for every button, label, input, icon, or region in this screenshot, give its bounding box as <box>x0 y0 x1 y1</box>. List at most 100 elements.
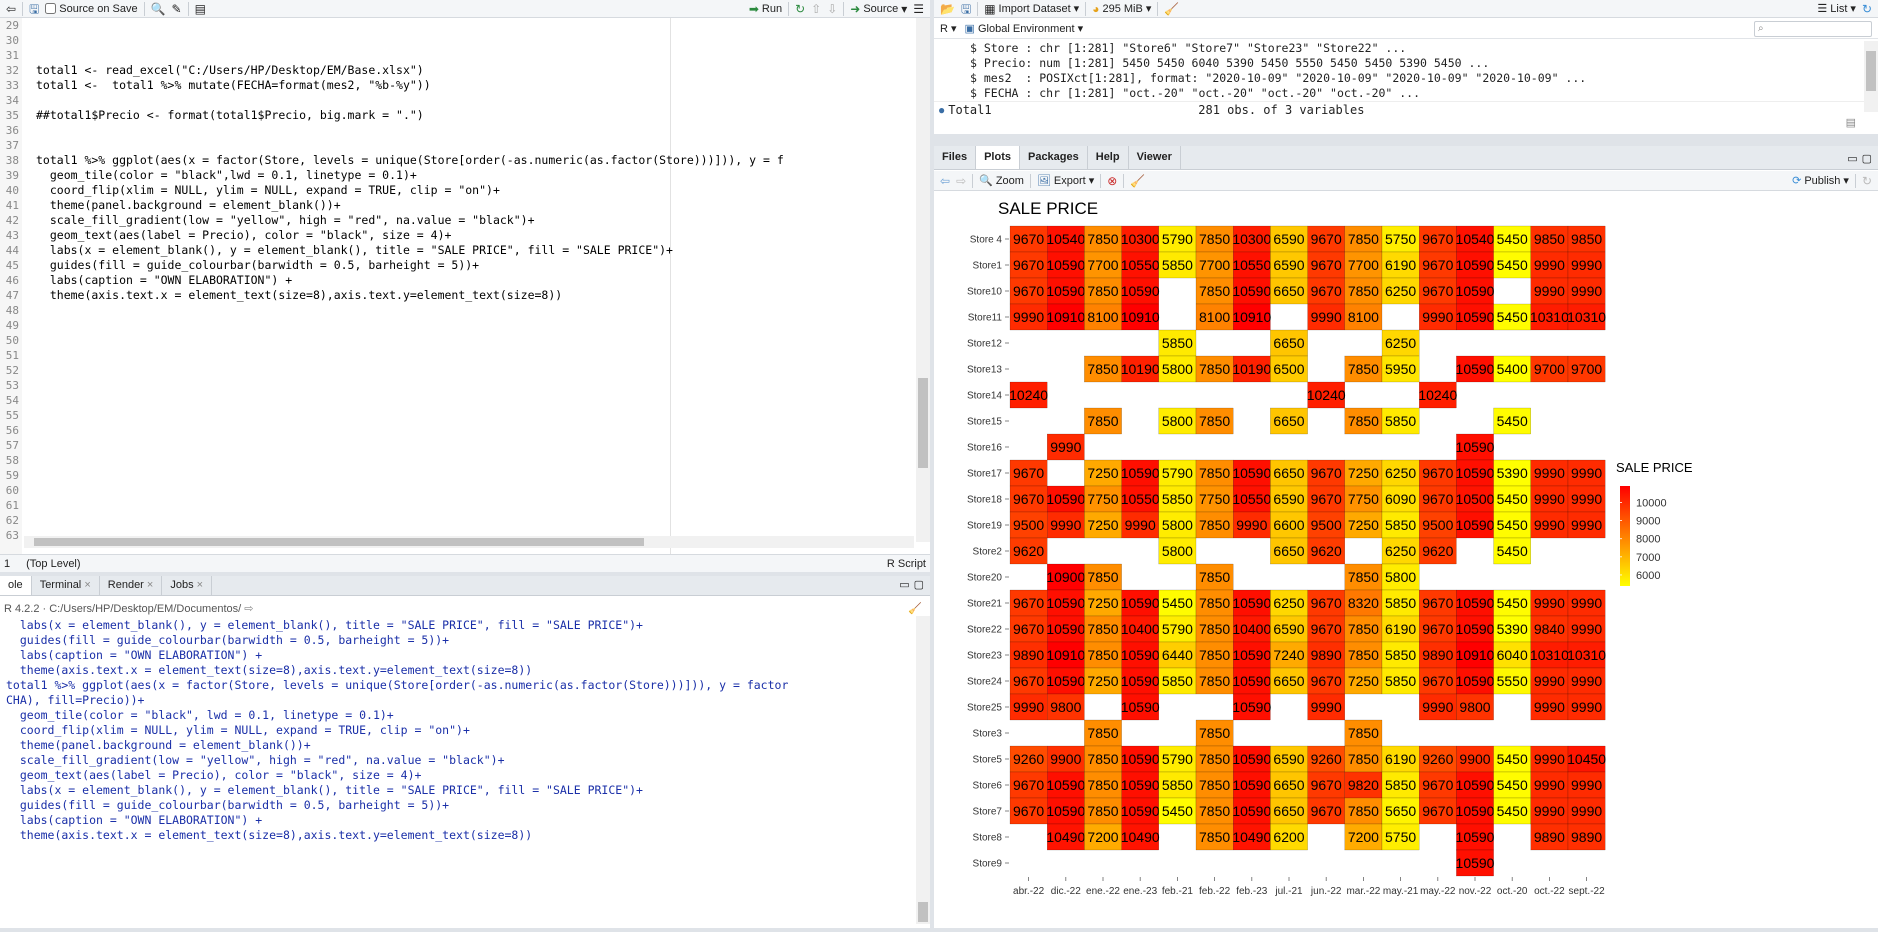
console-scroll-thumb[interactable] <box>918 902 928 922</box>
tile-value-label: 7850 <box>1348 283 1379 299</box>
tile-value-label: 7850 <box>1199 517 1230 533</box>
tile-value-label: 9990 <box>1534 465 1565 481</box>
arrow-right-icon[interactable]: ⇨ <box>956 175 966 187</box>
run-button[interactable]: ➡ Run <box>749 3 782 15</box>
tile-value-label: 5450 <box>1497 491 1528 507</box>
broom-icon[interactable]: 🧹 <box>1164 3 1179 15</box>
line-number: 50 <box>5 334 19 347</box>
memory-usage-button[interactable]: ◕ 295 MiB ▾ <box>1092 1 1151 16</box>
environment-scrollbar[interactable] <box>1864 41 1878 112</box>
console-output[interactable]: labs(x = element_blank(), y = element_bl… <box>6 618 912 843</box>
tab-viewer[interactable]: Viewer <box>1129 146 1181 169</box>
save-icon[interactable]: 🖫 <box>29 3 39 15</box>
tab-render[interactable]: Render × <box>100 576 163 595</box>
publish-button[interactable]: ⟳ Publish ▾ <box>1792 174 1849 188</box>
arrow-left-icon[interactable]: ⇦ <box>940 175 950 187</box>
magic-wand-icon[interactable]: ✎ <box>172 3 182 15</box>
import-dataset-button[interactable]: ▦ Import Dataset ▾ <box>984 2 1079 16</box>
tab-terminal-label: Terminal <box>39 579 82 591</box>
code-area[interactable]: total1 <- read_excel("C:/Users/HP/Deskto… <box>36 18 912 554</box>
line-number: 49 <box>5 319 19 332</box>
open-folder-icon[interactable]: 📂 <box>940 3 955 15</box>
save-workspace-icon[interactable]: 🖫 <box>961 3 971 15</box>
close-icon[interactable]: × <box>197 579 203 591</box>
editor-horizontal-scrollbar[interactable] <box>24 536 914 548</box>
up-icon[interactable]: ⇧ <box>811 3 821 15</box>
language-selector[interactable]: R ▾ <box>940 22 957 35</box>
search-icon[interactable]: 🔍 <box>151 3 166 15</box>
environment-scroll-thumb[interactable] <box>1866 51 1876 91</box>
tile-value-label: 10590 <box>1232 699 1271 715</box>
environment-search-input[interactable] <box>1766 23 1863 34</box>
outline-icon[interactable]: ☰ <box>913 3 924 15</box>
tile-value-label: 7850 <box>1199 673 1230 689</box>
source-on-save-input[interactable] <box>45 3 57 14</box>
tab-plots[interactable]: Plots <box>976 146 1020 169</box>
y-tick-label: Store20 <box>967 573 1002 584</box>
tab-terminal[interactable]: Terminal × <box>32 576 100 595</box>
console-line: theme(panel.background = element_blank()… <box>6 738 311 752</box>
tile-value-label: 7850 <box>1348 751 1379 767</box>
maximize-icon[interactable]: ▢ <box>914 578 924 591</box>
editor-vertical-scrollbar[interactable] <box>916 18 930 542</box>
editor-hscroll-thumb[interactable] <box>34 538 644 546</box>
refresh-icon[interactable]: ↻ <box>1862 3 1872 15</box>
clear-console-icon[interactable]: 🧹 <box>908 602 922 615</box>
close-icon[interactable]: × <box>147 579 153 591</box>
pie-chart-icon: ◕ <box>1092 1 1100 16</box>
line-number: 60 <box>5 484 19 497</box>
maximize-icon[interactable]: ▢ <box>1862 152 1872 165</box>
minimize-icon[interactable]: ▭ <box>899 578 909 591</box>
tile-value-label: 10590 <box>1046 491 1085 507</box>
environment-toolbar: 📂 🖫 ▦ Import Dataset ▾ ◕ 295 MiB ▾ 🧹 ☰ List ▾ … <box>934 0 1878 18</box>
scope-selector[interactable]: (Top Level) <box>26 558 80 570</box>
tile-value-label: 5450 <box>1497 751 1528 767</box>
minimize-icon[interactable]: ▭ <box>1847 152 1857 165</box>
environment-search-box[interactable]: ⌕ <box>1754 20 1872 37</box>
rerun-icon[interactable]: ↻ <box>795 3 805 15</box>
back-icon[interactable]: ⇦ <box>6 3 16 15</box>
tile-value-label: 10590 <box>1456 465 1495 481</box>
tab-console[interactable]: ole <box>0 576 32 595</box>
collapse-icon[interactable]: ● <box>934 102 948 117</box>
tile-value-label: 6650 <box>1273 803 1304 819</box>
tile-value-label: 6250 <box>1385 543 1416 559</box>
compile-report-icon[interactable]: ▤ <box>195 3 206 15</box>
line-number: 51 <box>5 349 19 362</box>
tile-value-label: 9990 <box>1125 517 1156 533</box>
broom-icon[interactable]: 🧹 <box>1130 175 1145 187</box>
tile-value-label: 10590 <box>1456 855 1495 871</box>
tab-jobs[interactable]: Jobs × <box>162 576 213 595</box>
tile-value-label: 7850 <box>1087 361 1118 377</box>
tile-value-label: 10590 <box>1121 647 1160 663</box>
y-tick-label: Store5 <box>973 755 1003 766</box>
env-object-row[interactable]: ● Total1 281 obs. of 3 variables <box>934 101 1864 117</box>
source-on-save-checkbox[interactable]: Source on Save <box>45 3 138 15</box>
line-number: 43 <box>5 229 19 242</box>
export-button[interactable]: 🖼 Export ▾ <box>1037 174 1094 188</box>
tile-value-label: 9990 <box>1534 673 1565 689</box>
line-number: 45 <box>5 259 19 272</box>
tab-packages[interactable]: Packages <box>1020 146 1088 169</box>
environment-scope-selector[interactable]: ▣ Global Environment ▾ <box>965 22 1084 35</box>
tab-help[interactable]: Help <box>1088 146 1129 169</box>
x-tick-label: feb.-23 <box>1236 886 1268 897</box>
tile-value-label: 10910 <box>1046 309 1085 325</box>
refresh-icon[interactable]: ↻ <box>1862 175 1872 187</box>
grid-view-icon[interactable]: ▤ <box>1846 116 1856 129</box>
source-button[interactable]: ➜ Source ▾ <box>850 3 907 15</box>
down-icon[interactable]: ⇩ <box>827 3 837 15</box>
editor-scroll-thumb[interactable] <box>918 378 928 468</box>
go-to-directory-icon[interactable]: ⇨ <box>244 603 253 615</box>
close-icon[interactable]: × <box>84 579 90 591</box>
zoom-button[interactable]: 🔍 Zoom <box>979 174 1024 188</box>
y-tick-label: Store14 <box>967 391 1002 402</box>
tab-files[interactable]: Files <box>934 146 977 169</box>
run-label: Run <box>761 2 783 15</box>
list-view-button[interactable]: ☰ List ▾ <box>1817 2 1856 16</box>
console-vertical-scrollbar[interactable] <box>916 616 930 924</box>
remove-plot-icon[interactable]: ⊗ <box>1107 175 1117 187</box>
tile-value-label: 9990 <box>1534 491 1565 507</box>
file-type-selector[interactable]: R Script <box>887 558 926 570</box>
